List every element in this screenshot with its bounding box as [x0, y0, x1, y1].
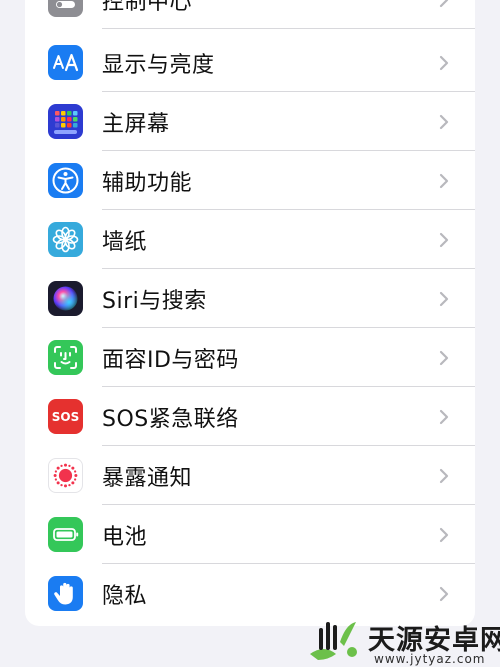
chevron-right-icon — [439, 350, 449, 366]
settings-row-emergency-sos[interactable]: SOS SOS紧急联络 — [25, 387, 475, 446]
control-center-icon — [48, 0, 83, 17]
face-id-icon — [48, 340, 83, 375]
settings-row-face-id-passcode[interactable]: 面容ID与密码 — [25, 328, 475, 387]
chevron-right-icon — [439, 291, 449, 307]
chevron-right-icon — [439, 586, 449, 602]
settings-row-label: 面容ID与密码 — [102, 347, 239, 373]
settings-row-label: 墙纸 — [102, 229, 148, 255]
settings-row-label: SOS紧急联络 — [102, 406, 239, 432]
exposure-notification-icon — [48, 458, 83, 493]
chevron-right-icon — [439, 409, 449, 425]
row-divider — [102, 28, 475, 29]
chevron-right-icon — [439, 527, 449, 543]
settings-row-label: 暴露通知 — [102, 465, 193, 491]
settings-row-label: 主屏幕 — [102, 111, 170, 137]
settings-row-battery[interactable]: 电池 — [25, 505, 475, 564]
watermark: 天源安卓网 www.jytyaz.com — [298, 612, 500, 667]
chevron-right-icon — [439, 114, 449, 130]
chevron-right-icon — [439, 468, 449, 484]
chevron-right-icon — [439, 0, 449, 8]
settings-row-label: 电池 — [102, 524, 148, 550]
settings-row-label: 显示与亮度 — [102, 52, 215, 78]
settings-row-home-screen[interactable]: 主屏幕 — [25, 92, 475, 151]
settings-row-exposure-notifications[interactable]: 暴露通知 — [25, 446, 475, 505]
settings-row-accessibility[interactable]: 辅助功能 — [25, 151, 475, 210]
settings-row-control-center[interactable]: 控制中心 — [25, 0, 475, 29]
settings-row-label: 隐私 — [102, 583, 148, 609]
settings-group: 控制中心 显示与亮度 主屏幕 辅助功能 墙纸 Siri与搜索 面容ID与密码 S… — [25, 0, 475, 626]
chevron-right-icon — [439, 232, 449, 248]
battery-icon — [48, 517, 83, 552]
sos-icon-text: SOS — [51, 409, 80, 424]
settings-screen: 控制中心 显示与亮度 主屏幕 辅助功能 墙纸 Siri与搜索 面容ID与密码 S… — [0, 0, 500, 667]
home-screen-icon — [48, 104, 83, 139]
settings-row-label: 控制中心 — [102, 0, 193, 15]
sos-icon: SOS — [48, 399, 83, 434]
settings-row-wallpaper[interactable]: 墙纸 — [25, 210, 475, 269]
watermark-url: www.jytyaz.com — [374, 652, 486, 666]
accessibility-icon — [48, 163, 83, 198]
settings-row-siri-search[interactable]: Siri与搜索 — [25, 269, 475, 328]
chevron-right-icon — [439, 173, 449, 189]
settings-row-label: 辅助功能 — [102, 170, 193, 196]
wallpaper-icon — [48, 222, 83, 257]
settings-row-label: Siri与搜索 — [102, 288, 207, 314]
settings-row-display-brightness[interactable]: 显示与亮度 — [25, 33, 475, 92]
android-logo-icon — [310, 622, 357, 660]
display-brightness-icon — [48, 45, 83, 80]
siri-icon — [48, 281, 83, 316]
privacy-hand-icon — [48, 576, 83, 611]
chevron-right-icon — [439, 55, 449, 71]
